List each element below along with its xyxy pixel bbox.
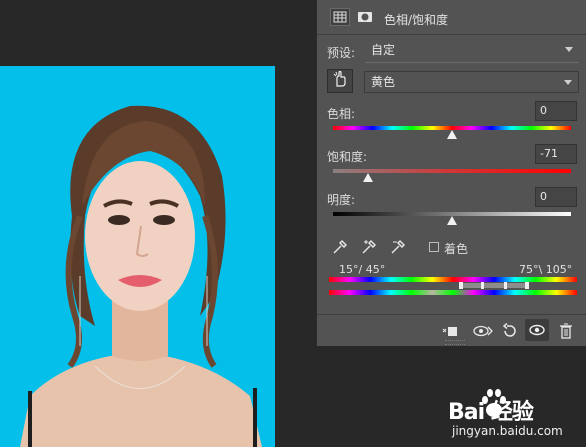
colorize-checkbox[interactable] (429, 242, 439, 252)
preset-dropdown[interactable]: 自定 (365, 42, 579, 60)
preset-label: 预设: (327, 46, 356, 60)
mask-icon[interactable] (355, 8, 375, 26)
channel-dropdown[interactable]: 黄色 (364, 71, 579, 93)
saturation-value-field[interactable]: -71 (535, 144, 577, 164)
lightness-label: 明度: (327, 193, 356, 207)
range-selector[interactable] (459, 282, 529, 289)
range-inner-right-handle[interactable] (504, 282, 507, 289)
watermark-url: jingyan.baidu.com (452, 424, 563, 438)
preset-value: 自定 (371, 43, 396, 57)
range-right-handle[interactable] (525, 282, 529, 289)
input-range-bar (329, 277, 577, 282)
hue-label: 色相: (327, 107, 356, 121)
panel-title: 色相/饱和度 (384, 13, 449, 27)
saturation-label: 饱和度: (327, 150, 368, 164)
adjustment-grid-icon[interactable] (330, 8, 350, 26)
hand-targeted-adjust-icon[interactable] (327, 69, 353, 93)
visibility-eye-icon[interactable] (525, 319, 549, 341)
colorize-label: 着色 (444, 242, 469, 256)
baidu-jingyan-watermark: Bai 经验 jingyan.baidu.com (448, 384, 586, 447)
lightness-slider-thumb[interactable] (447, 216, 457, 225)
output-range-bar (329, 290, 577, 295)
channel-value: 黄色 (371, 75, 396, 89)
eyedropper-icon[interactable] (331, 238, 349, 256)
range-left-handle[interactable] (459, 282, 463, 289)
eyedropper-add-icon[interactable] (360, 238, 378, 256)
eyedropper-subtract-icon[interactable] (389, 238, 407, 256)
header-divider (317, 34, 586, 35)
hue-saturation-panel: 色相/饱和度 预设: 自定 黄色 色相: 0 饱和度: -71 明度: 0 着色… (316, 0, 586, 346)
range-left-label: 15°/ 45° (339, 263, 386, 276)
trash-icon[interactable] (557, 323, 575, 339)
canvas-image[interactable] (0, 66, 275, 447)
portrait-photo (20, 105, 262, 447)
range-right-label: 75°\ 105° (519, 263, 573, 276)
panel-resize-grip[interactable] (445, 340, 465, 345)
saturation-slider-thumb[interactable] (362, 173, 373, 182)
clip-to-layer-icon[interactable] (441, 323, 459, 339)
preset-underline (365, 62, 579, 63)
view-previous-state-icon[interactable] (472, 323, 494, 339)
watermark-logo-text: Bai 经验 (448, 400, 534, 425)
range-inner-left-handle[interactable] (481, 282, 484, 289)
hue-value-field[interactable]: 0 (535, 101, 577, 121)
lightness-value-field[interactable]: 0 (535, 187, 577, 207)
chevron-down-icon (564, 80, 572, 85)
reset-icon[interactable] (501, 322, 519, 339)
chevron-down-icon (565, 47, 573, 52)
hue-slider-thumb[interactable] (447, 130, 457, 139)
panel-header: 色相/饱和度 (317, 6, 586, 32)
